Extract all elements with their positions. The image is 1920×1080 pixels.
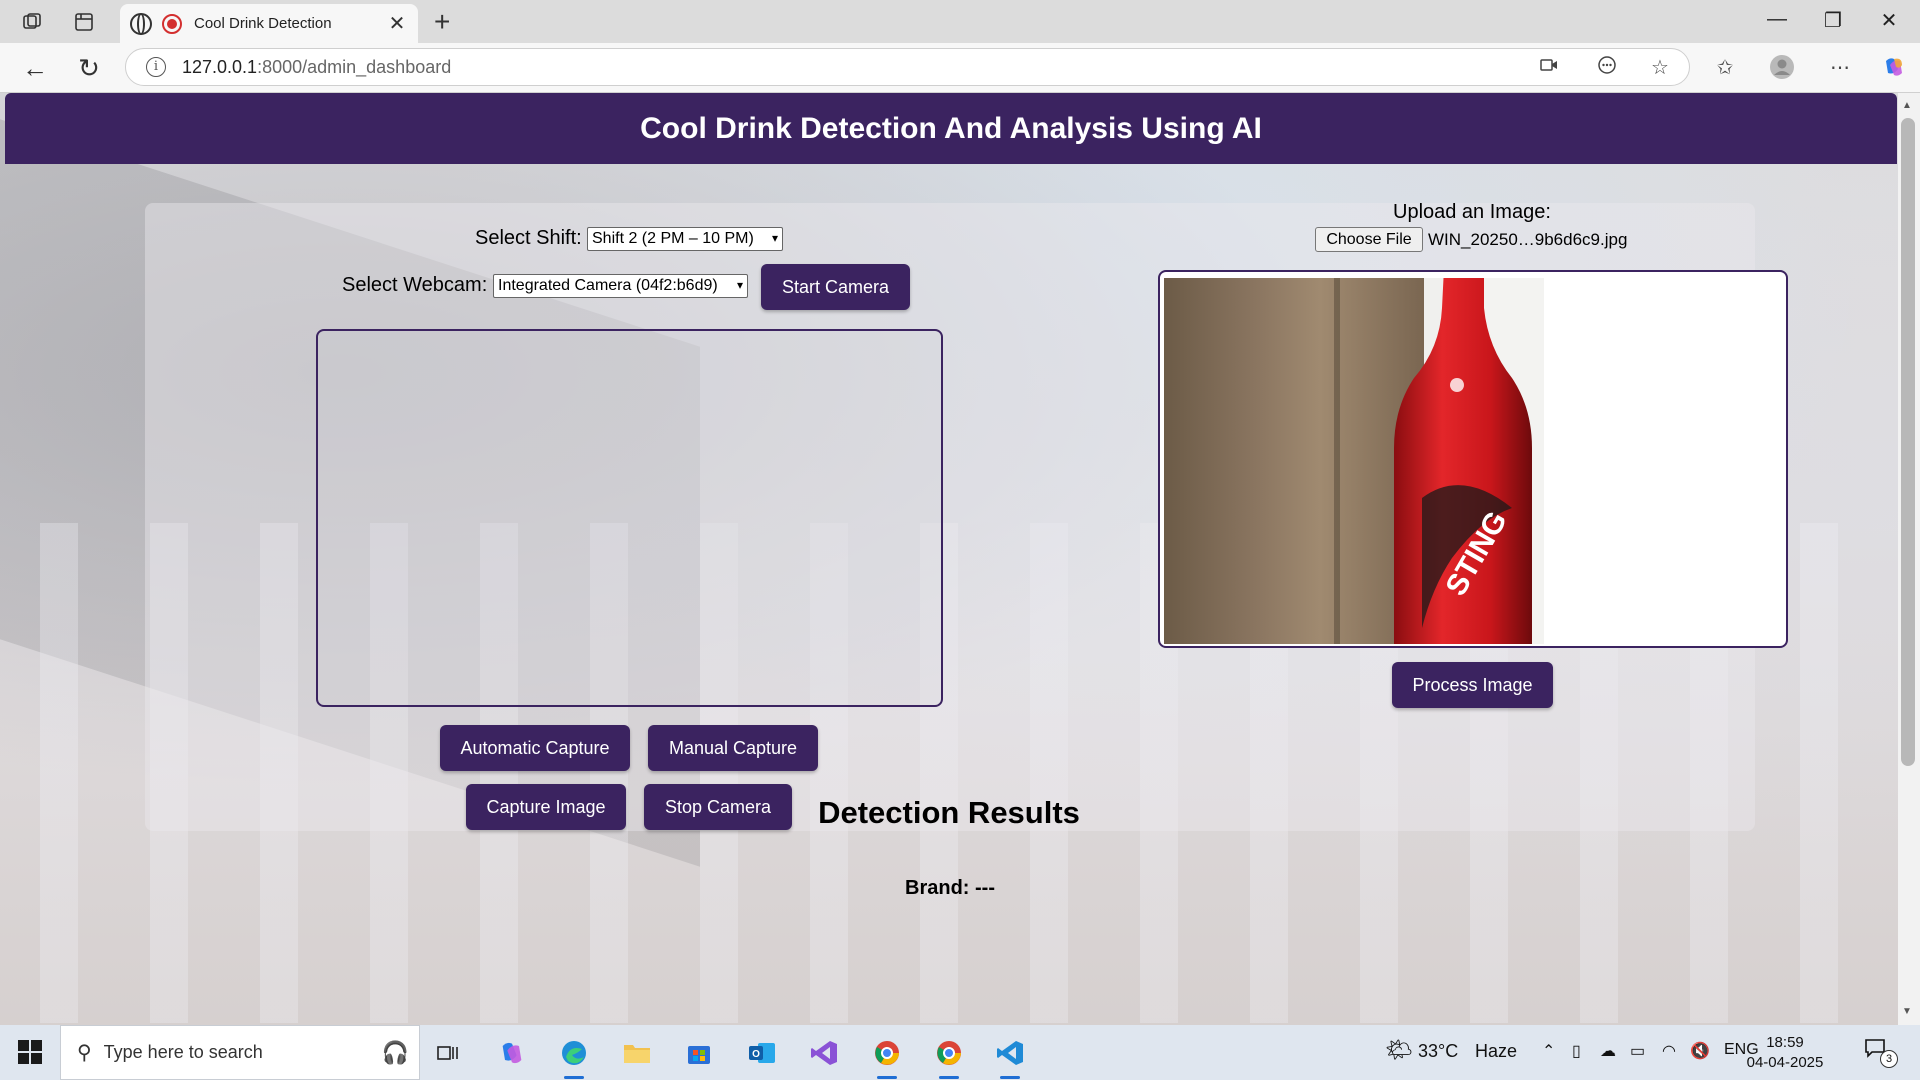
copilot-icon[interactable] xyxy=(1879,55,1909,85)
tab-actions-icon[interactable] xyxy=(70,9,98,35)
brand-result: Brand: --- xyxy=(905,877,995,900)
search-highlight-icon: 🎧 xyxy=(381,1039,409,1065)
battery-icon[interactable]: ▭ xyxy=(1630,1041,1645,1061)
maximize-icon[interactable]: ❐ xyxy=(1813,8,1853,33)
favorite-star-icon[interactable]: ☆ xyxy=(1645,55,1675,80)
scroll-down-icon[interactable]: ▼ xyxy=(1902,1006,1912,1017)
process-image-button[interactable]: Process Image xyxy=(1392,662,1553,708)
minimize-icon[interactable]: — xyxy=(1757,8,1797,31)
system-clock[interactable]: 18:59 04-04-2025 xyxy=(1745,1033,1825,1073)
upload-label: Upload an Image: xyxy=(1393,201,1551,223)
selected-file-name: WIN_20250…9b6d6c9.jpg xyxy=(1428,230,1628,249)
manual-capture-button[interactable]: Manual Capture xyxy=(648,725,818,771)
show-hidden-icons-icon[interactable]: ⌃ xyxy=(1542,1041,1555,1061)
weather-temp[interactable]: 33°C xyxy=(1418,1041,1458,1062)
windows-start-icon[interactable] xyxy=(18,1040,42,1064)
webcam-label: Select Webcam: xyxy=(342,274,488,296)
page-content: Cool Drink Detection And Analysis Using … xyxy=(0,93,1898,1025)
browser-tab[interactable]: Cool Drink Detection ✕ xyxy=(120,4,418,43)
weather-icon[interactable]: 🌤 xyxy=(1385,1037,1413,1063)
webcam-select-value: Integrated Camera (04f2:b6d9) xyxy=(498,277,718,294)
wifi-icon[interactable]: ◠ xyxy=(1662,1041,1676,1061)
search-placeholder: Type here to search xyxy=(103,1042,263,1062)
profile-icon[interactable] xyxy=(1767,55,1797,85)
notification-count: 3 xyxy=(1880,1050,1898,1068)
active-app-indicator xyxy=(564,1076,584,1079)
app-indicator xyxy=(877,1076,897,1079)
scrollbar-thumb[interactable] xyxy=(1901,118,1915,766)
uploaded-image-preview: STING xyxy=(1158,270,1788,648)
app-indicator xyxy=(939,1076,959,1079)
new-tab-icon[interactable]: + xyxy=(434,6,450,38)
page-title: Cool Drink Detection And Analysis Using … xyxy=(640,111,1262,145)
url-path: :8000/admin_dashboard xyxy=(257,56,452,77)
refresh-icon[interactable]: ↻ xyxy=(72,53,106,84)
read-aloud-icon[interactable] xyxy=(1592,55,1622,81)
results-heading: Detection Results xyxy=(818,795,1080,830)
browser-address-bar: ← ↻ i 127.0.0.1:8000/admin_dashboard ☆ ✩… xyxy=(0,43,1920,93)
volume-mute-icon[interactable]: 🔇 xyxy=(1690,1041,1710,1061)
url-host: 127.0.0.1 xyxy=(182,56,258,77)
edge-browser-icon[interactable] xyxy=(554,1033,594,1073)
tab-title: Cool Drink Detection xyxy=(194,15,332,32)
url-field[interactable]: i 127.0.0.1:8000/admin_dashboard xyxy=(125,48,1690,86)
camera-preview xyxy=(316,329,943,707)
taskbar-search[interactable]: ⚲ Type here to search 🎧 xyxy=(60,1025,420,1080)
search-icon: ⚲ xyxy=(77,1042,92,1064)
svg-text:O: O xyxy=(752,1049,760,1060)
shift-select-value: Shift 2 (2 PM – 10 PM) xyxy=(592,230,754,247)
start-camera-button[interactable]: Start Camera xyxy=(761,264,910,310)
clock-time: 18:59 xyxy=(1766,1034,1804,1051)
task-view-icon[interactable] xyxy=(428,1033,468,1073)
vscode-icon[interactable] xyxy=(990,1033,1030,1073)
recording-icon xyxy=(162,13,182,34)
close-icon[interactable]: ✕ xyxy=(386,11,408,36)
more-icon[interactable]: ⋯ xyxy=(1825,55,1855,80)
outlook-icon[interactable]: O xyxy=(742,1033,782,1073)
uploaded-photo: STING xyxy=(1164,278,1544,644)
file-explorer-icon[interactable] xyxy=(617,1033,657,1073)
browser-tab-bar: Cool Drink Detection ✕ + — ❐ ✕ xyxy=(0,0,1920,43)
cardboard-box xyxy=(1164,278,1424,644)
microsoft-store-icon[interactable] xyxy=(679,1033,719,1073)
chevron-down-icon: ▾ xyxy=(736,278,743,292)
windows-taskbar: ⚲ Type here to search 🎧 O 🌤 33°C Haze ⌃ … xyxy=(0,1025,1920,1080)
chrome-profile-n-icon[interactable] xyxy=(929,1033,969,1073)
box-fold xyxy=(1334,278,1340,644)
clock-date: 04-04-2025 xyxy=(1746,1054,1824,1071)
notification-icon[interactable]: 3 xyxy=(1864,1038,1898,1068)
automatic-capture-button[interactable]: Automatic Capture xyxy=(440,725,630,771)
shift-select[interactable]: Shift 2 (2 PM – 10 PM) ▾ xyxy=(587,227,783,251)
scroll-up-icon[interactable]: ▲ xyxy=(1902,100,1912,111)
chrome-profile-icon[interactable] xyxy=(867,1033,907,1073)
cloud-icon[interactable]: ☁ xyxy=(1600,1041,1616,1061)
device-icon[interactable]: ▯ xyxy=(1572,1041,1581,1061)
camera-icon[interactable] xyxy=(1534,55,1564,78)
webcam-select[interactable]: Integrated Camera (04f2:b6d9) ▾ xyxy=(493,274,748,298)
page-header: Cool Drink Detection And Analysis Using … xyxy=(5,93,1897,164)
bottle-image: STING xyxy=(1394,278,1532,644)
workspaces-icon[interactable] xyxy=(18,9,46,35)
shift-label: Select Shift: xyxy=(475,227,582,249)
globe-icon xyxy=(130,12,152,35)
visual-studio-icon[interactable] xyxy=(804,1033,844,1073)
copilot-taskbar-icon[interactable] xyxy=(492,1033,532,1073)
choose-file-button[interactable]: Choose File xyxy=(1315,227,1423,252)
close-window-icon[interactable]: ✕ xyxy=(1869,8,1909,33)
chevron-down-icon: ▾ xyxy=(771,231,778,245)
back-icon[interactable]: ← xyxy=(18,53,52,84)
favorites-icon[interactable]: ✩ xyxy=(1710,55,1740,80)
weather-condition[interactable]: Haze xyxy=(1475,1041,1517,1062)
brand-value: --- xyxy=(975,877,995,899)
app-indicator xyxy=(1000,1076,1020,1079)
info-icon[interactable]: i xyxy=(146,57,166,77)
brand-label: Brand: xyxy=(905,877,970,899)
